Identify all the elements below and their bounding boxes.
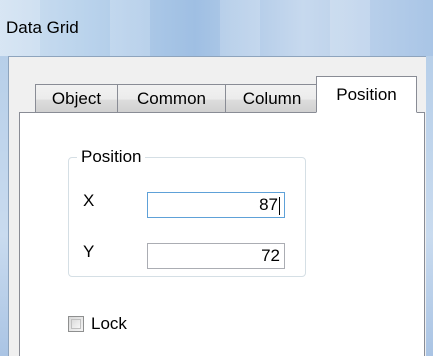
y-label: Y <box>83 242 95 261</box>
text-caret <box>279 196 280 215</box>
window-title: Data Grid <box>6 18 79 37</box>
lock-checkbox[interactable] <box>68 316 84 332</box>
x-input[interactable]: 87 <box>147 192 285 218</box>
y-value: 72 <box>261 246 280 265</box>
x-label: X <box>83 191 95 210</box>
data-grid-window: Data Grid Object Common Column Position … <box>0 0 433 356</box>
title-bar[interactable]: Data Grid <box>0 0 433 56</box>
window-frame-right <box>425 56 433 356</box>
tab-object[interactable]: Object <box>35 84 118 114</box>
tab-column[interactable]: Column <box>225 84 319 114</box>
lock-label[interactable]: Lock <box>91 314 127 334</box>
tab-position[interactable]: Position <box>316 76 417 113</box>
window-frame-left <box>0 56 8 356</box>
tab-common[interactable]: Common <box>117 84 226 114</box>
x-value: 87 <box>259 195 278 214</box>
y-input[interactable]: 72 <box>147 243 285 269</box>
position-group-legend: Position <box>77 147 146 167</box>
